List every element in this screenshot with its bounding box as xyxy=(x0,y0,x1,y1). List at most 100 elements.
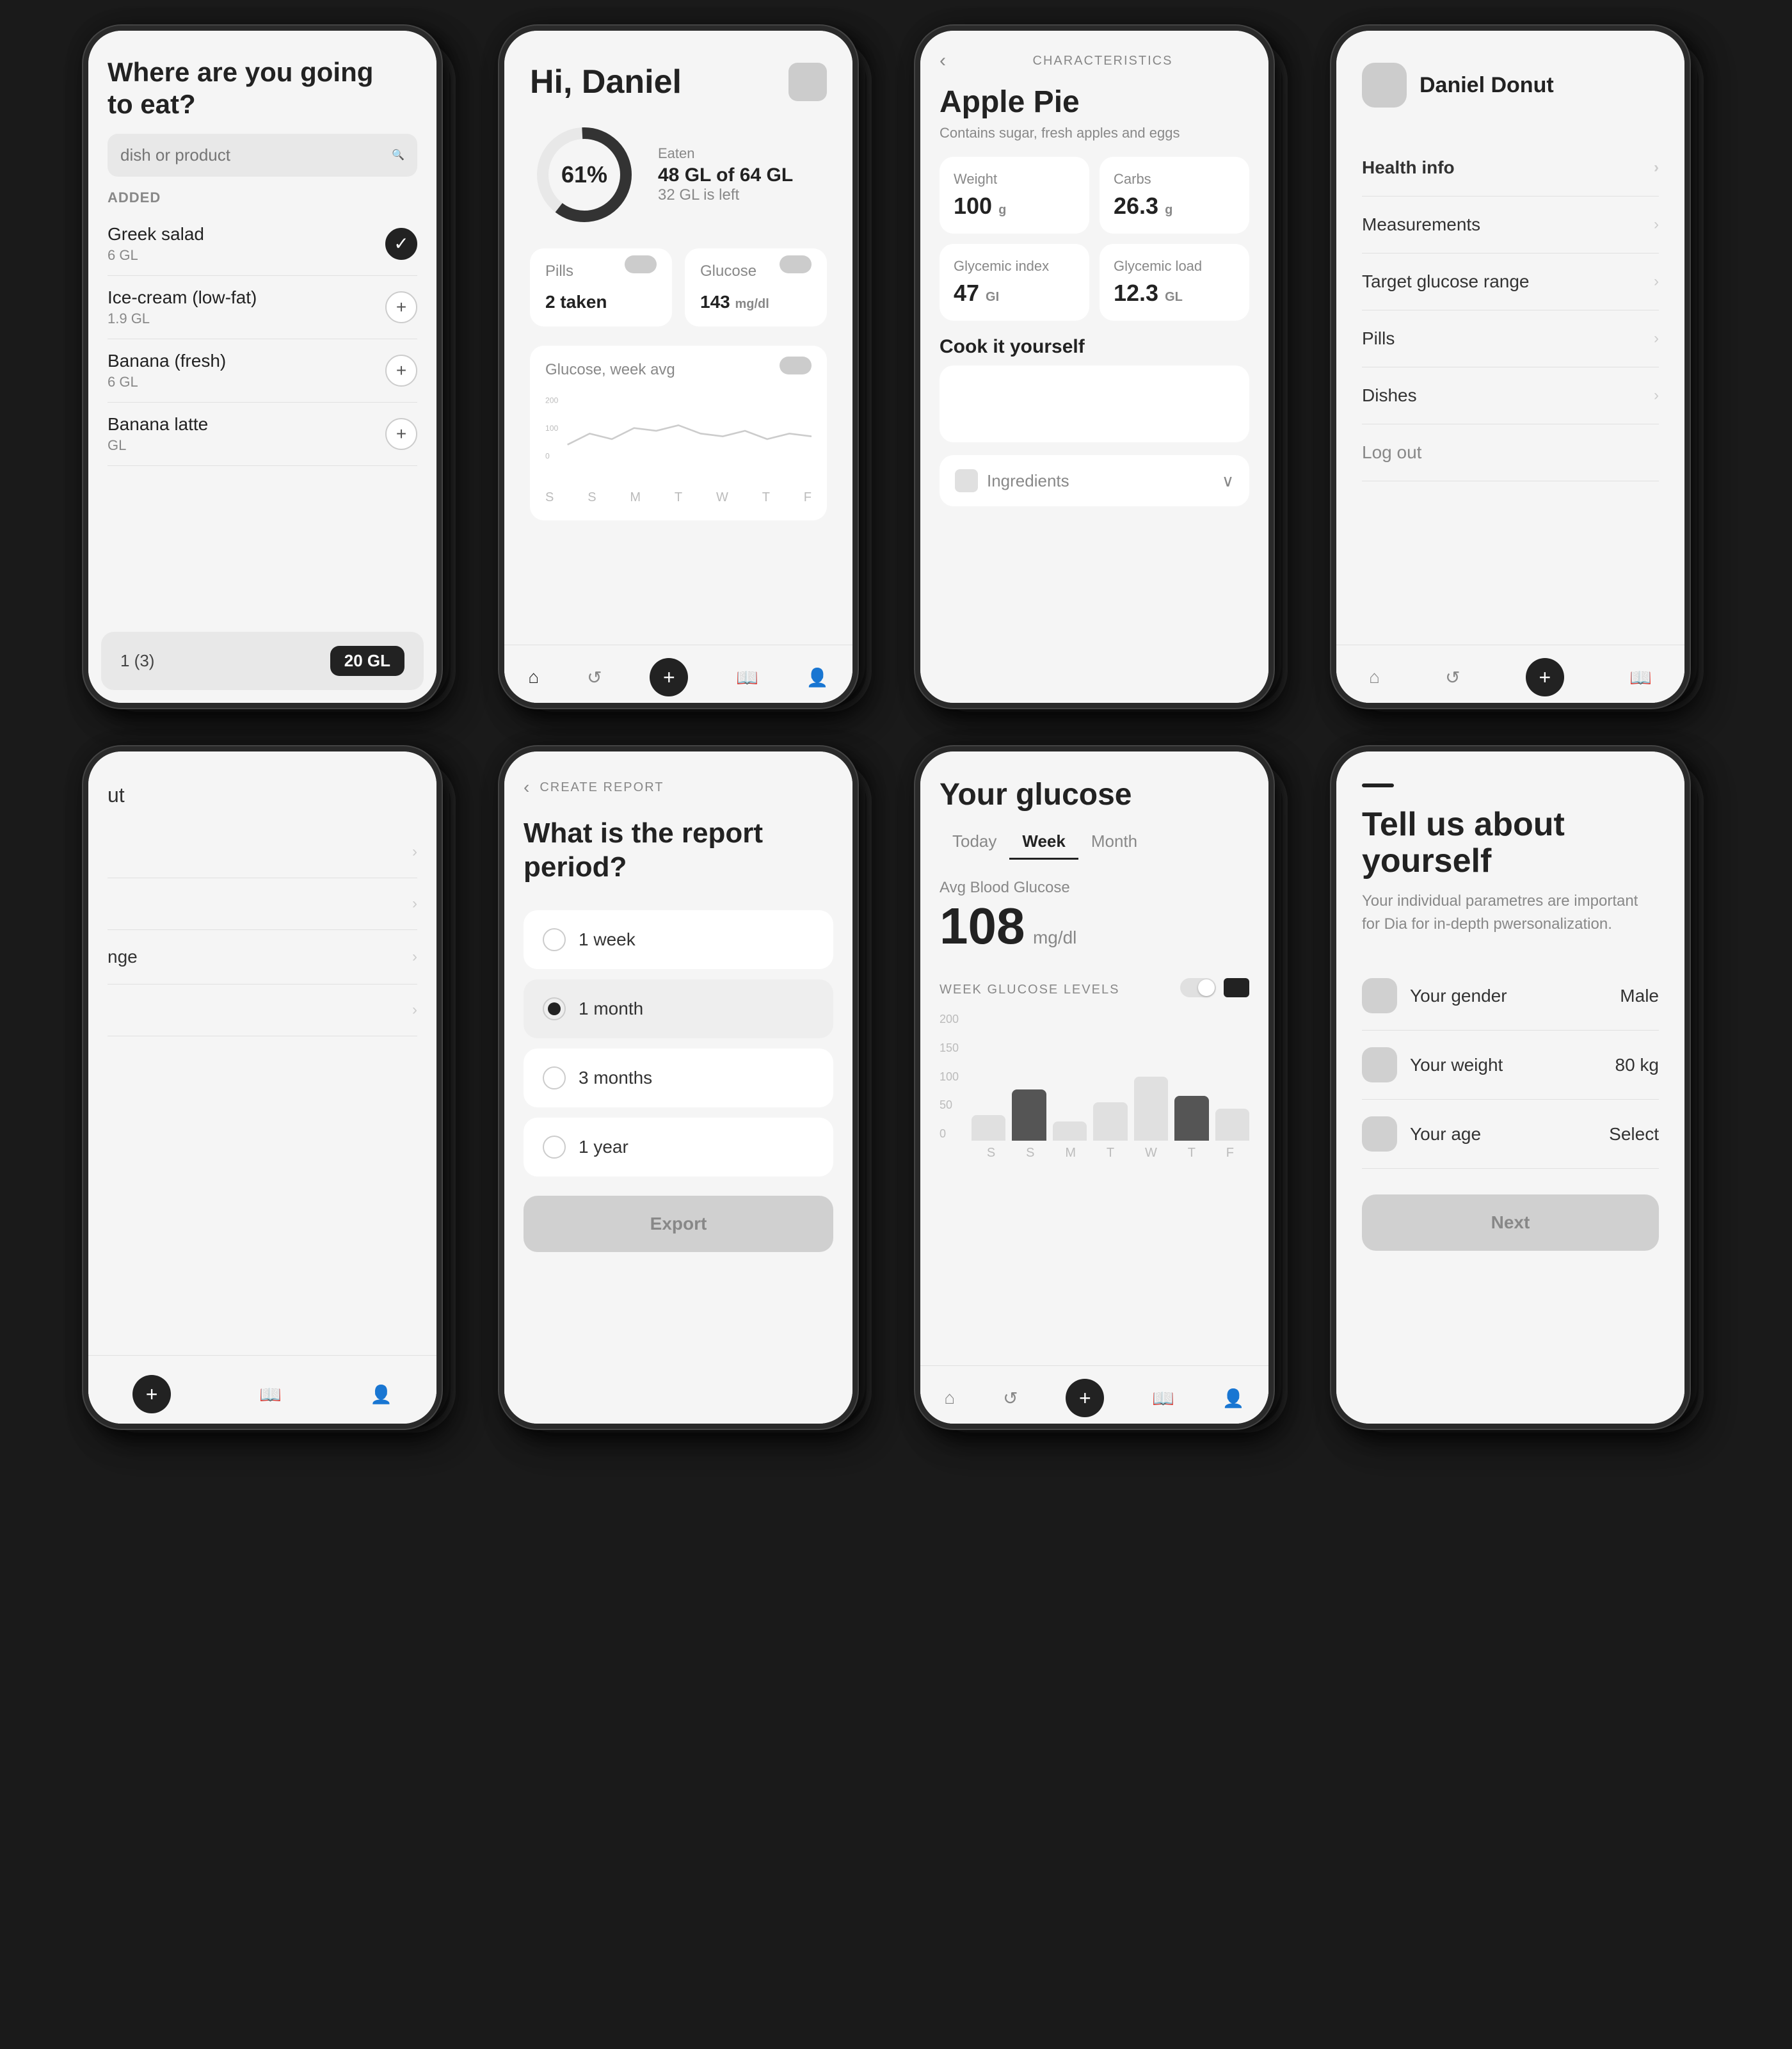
partial-chevron-4: › xyxy=(412,1001,417,1019)
nav-home-glucose[interactable]: ⌂ xyxy=(944,1388,955,1408)
chart-area: 200 100 0 xyxy=(545,389,812,485)
phone-search-device: Where are you going to eat? 🔍 ADDED Gree… xyxy=(83,26,442,708)
tab-today[interactable]: Today xyxy=(940,825,1009,860)
bar-5 xyxy=(1134,1077,1168,1141)
day-labels: S S M T W T F xyxy=(940,1146,1249,1161)
about-dash xyxy=(1362,783,1394,787)
donut-info: Eaten 48 GL of 64 GL 32 GL is left xyxy=(658,145,827,204)
phone-detail: ‹ CHARACTERISTICS Apple Pie Contains sug… xyxy=(915,26,1293,708)
nutrient-gi: Glycemic index 47 GI xyxy=(940,244,1089,321)
food-item-4: Banana latte GL + xyxy=(108,403,417,466)
nav-back-icon[interactable]: ↺ xyxy=(587,667,602,688)
menu-item-health[interactable]: Health info › xyxy=(1362,140,1659,197)
next-button[interactable]: Next xyxy=(1362,1194,1659,1251)
glucose-view-toggle[interactable] xyxy=(1224,978,1249,997)
partial-item-4[interactable]: › xyxy=(108,984,417,1036)
glucose-title: Your glucose xyxy=(940,777,1249,812)
about-gender-row: Your gender Male xyxy=(1362,961,1659,1031)
nav-add-button[interactable]: + xyxy=(650,658,688,696)
radio-3months[interactable] xyxy=(543,1066,566,1089)
age-select[interactable]: Select xyxy=(1609,1124,1659,1145)
food-plus-3[interactable]: + xyxy=(385,355,417,387)
about-weight-row: Your weight 80 kg xyxy=(1362,1031,1659,1100)
nav-add-glucose[interactable]: + xyxy=(1066,1379,1104,1417)
gender-avatar xyxy=(1362,978,1397,1013)
search-input[interactable] xyxy=(120,145,384,165)
partial-item-1[interactable]: › xyxy=(108,826,417,878)
menu-item-pills[interactable]: Pills › xyxy=(1362,310,1659,367)
detail-screen: ‹ CHARACTERISTICS Apple Pie Contains sug… xyxy=(920,31,1268,703)
left-val: 32 GL is left xyxy=(658,186,827,204)
radio-month[interactable] xyxy=(543,997,566,1020)
search-screen: Where are you going to eat? 🔍 ADDED Gree… xyxy=(88,31,436,703)
menu-screen: Daniel Donut Health info › Measurements … xyxy=(1336,31,1684,703)
partial-item-2[interactable]: › xyxy=(108,878,417,930)
bar-1 xyxy=(972,1115,1005,1141)
nav-home-icon-menu[interactable]: ⌂ xyxy=(1369,667,1380,687)
nutrient-gl: Glycemic load 12.3 GL xyxy=(1100,244,1249,321)
pills-val: 2 taken xyxy=(545,292,657,312)
nav-add-button-menu[interactable]: + xyxy=(1526,658,1564,696)
about-screen: Tell us about yourself Your individual p… xyxy=(1336,751,1684,1424)
menu-item-logout[interactable]: Log out xyxy=(1362,424,1659,481)
menu-chevron-pills: › xyxy=(1654,330,1659,348)
gender-value: Male xyxy=(1620,986,1659,1006)
tab-week[interactable]: Week xyxy=(1009,825,1078,860)
back-button[interactable]: ‹ xyxy=(940,50,946,72)
about-age-row[interactable]: Your age Select xyxy=(1362,1100,1659,1169)
glucose-week-toggle[interactable] xyxy=(1180,978,1216,997)
nav-home-icon[interactable]: ⌂ xyxy=(528,667,539,687)
phone-search: Where are you going to eat? 🔍 ADDED Gree… xyxy=(83,26,461,708)
menu-chevron-glucose: › xyxy=(1654,273,1659,291)
donut-section: 61% Eaten 48 GL of 64 GL 32 GL is left xyxy=(530,120,827,229)
period-option-3months[interactable]: 3 months xyxy=(524,1049,833,1107)
nav-back-glucose[interactable]: ↺ xyxy=(1003,1388,1018,1409)
chart-toggle[interactable] xyxy=(780,357,812,374)
phone-partial-device: ut › › nge › › + xyxy=(83,746,442,1429)
partial-item-range[interactable]: nge › xyxy=(108,930,417,984)
food-check-1[interactable]: ✓ xyxy=(385,228,417,260)
nav-book-glucose[interactable]: 📖 xyxy=(1152,1388,1174,1409)
age-avatar xyxy=(1362,1116,1397,1152)
cart-gl[interactable]: 20 GL xyxy=(330,646,404,676)
menu-item-glucose-range[interactable]: Target glucose range › xyxy=(1362,253,1659,310)
food-plus-4[interactable]: + xyxy=(385,418,417,450)
menu-item-dishes[interactable]: Dishes › xyxy=(1362,367,1659,424)
food-gl-4: GL xyxy=(108,437,208,454)
nav-person-partial[interactable]: 👤 xyxy=(370,1384,392,1405)
menu-item-measurements[interactable]: Measurements › xyxy=(1362,197,1659,253)
period-option-year[interactable]: 1 year xyxy=(524,1118,833,1177)
search-bar[interactable]: 🔍 xyxy=(108,134,417,177)
period-option-month[interactable]: 1 month xyxy=(524,979,833,1038)
menu-chevron-health: › xyxy=(1654,159,1659,177)
weight-field: Your weight xyxy=(1410,1055,1503,1075)
nav-person-glucose[interactable]: 👤 xyxy=(1222,1388,1245,1409)
phone-report: ‹ CREATE REPORT What is the report perio… xyxy=(499,746,877,1429)
nav-book-icon-menu[interactable]: 📖 xyxy=(1629,667,1652,688)
phone-glucose: Your glucose Today Week Month Avg Blood … xyxy=(915,746,1293,1429)
ingredients-row[interactable]: Ingredients ∨ xyxy=(940,455,1249,506)
menu-user: Daniel Donut xyxy=(1362,63,1659,108)
phone-dashboard: Hi, Daniel 61% Eaten 48 GL of 64 GL xyxy=(499,26,877,708)
create-report-back[interactable]: ‹ xyxy=(524,777,529,798)
glucose-toggle[interactable] xyxy=(780,255,812,273)
nutrient-weight: Weight 100 g xyxy=(940,157,1089,234)
nav-back-icon-menu[interactable]: ↺ xyxy=(1445,667,1460,688)
radio-week[interactable] xyxy=(543,928,566,951)
nav-bar-menu: ⌂ ↺ + 📖 xyxy=(1336,645,1684,703)
detail-title: Apple Pie xyxy=(940,84,1249,120)
nav-add-partial[interactable]: + xyxy=(132,1375,171,1413)
tab-month[interactable]: Month xyxy=(1078,825,1150,860)
pills-toggle[interactable] xyxy=(625,255,657,273)
export-button[interactable]: Export xyxy=(524,1196,833,1252)
period-option-week[interactable]: 1 week xyxy=(524,910,833,969)
create-report-label: CREATE REPORT xyxy=(540,780,664,795)
menu-avatar xyxy=(1362,63,1407,108)
nav-person-icon[interactable]: 👤 xyxy=(806,667,829,688)
nav-book-icon[interactable]: 📖 xyxy=(736,667,758,688)
nav-book-partial[interactable]: 📖 xyxy=(259,1384,282,1405)
radio-year[interactable] xyxy=(543,1136,566,1159)
food-plus-2[interactable]: + xyxy=(385,291,417,323)
avg-value: 108 mg/dl xyxy=(940,901,1249,952)
about-title: Tell us about yourself xyxy=(1362,807,1659,880)
